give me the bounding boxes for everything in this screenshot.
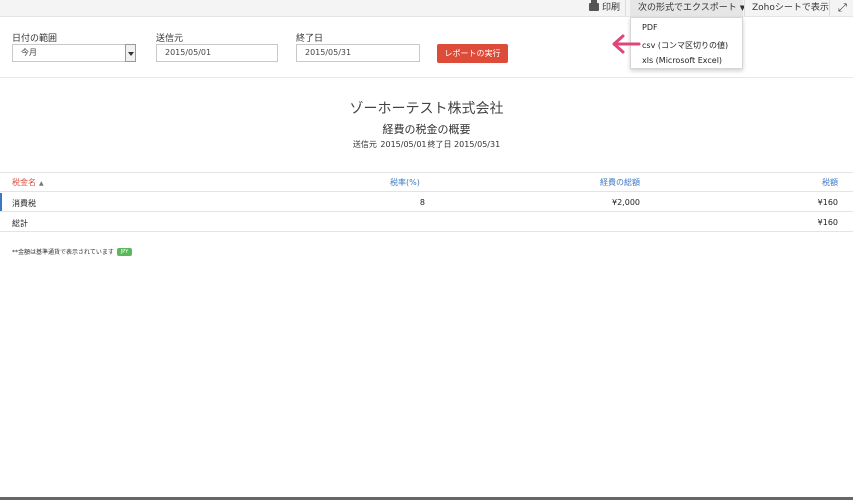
- table-header-border: [0, 191, 853, 192]
- toolbar-divider: [744, 0, 745, 16]
- report-period: 送信元 2015/05/01終了日 2015/05/31: [0, 139, 853, 150]
- currency-footnote: **金額は基準通貨で表示されています JPY: [12, 247, 133, 256]
- export-label: 次の形式でエクスポート: [638, 3, 737, 13]
- from-date-label: 送信元: [156, 34, 184, 44]
- from-date-input[interactable]: 2015/05/01: [156, 44, 278, 62]
- row-tax-amount: ¥160: [817, 198, 838, 207]
- to-date-input[interactable]: 2015/05/31: [296, 44, 420, 62]
- to-date-label: 終了日: [296, 34, 324, 44]
- table-row-border: [0, 211, 853, 212]
- annotation-arrow-icon: [612, 34, 641, 54]
- total-row-label: 総計: [12, 219, 28, 228]
- toolbar-divider: [625, 0, 626, 16]
- row-accent: [0, 193, 2, 211]
- date-range-label: 日付の範囲: [12, 34, 58, 44]
- run-report-button[interactable]: レポートの実行: [437, 44, 508, 63]
- period-from-value: 2015/05/01: [380, 140, 427, 149]
- export-csv-item[interactable]: csv (コンマ区切りの値): [642, 40, 728, 51]
- view-in-zoho-sheet-button[interactable]: Zohoシートで表示: [752, 0, 829, 16]
- row-expense-total: ¥2,000: [612, 198, 640, 207]
- column-header-tax-rate[interactable]: 税率(%): [390, 177, 420, 188]
- divider: [0, 77, 853, 78]
- column-header-tax-name[interactable]: 税金名 ▲: [12, 177, 44, 188]
- currency-badge: JPY: [116, 248, 133, 256]
- column-header-tax-amount[interactable]: 税額: [822, 177, 838, 188]
- print-button[interactable]: 印刷: [589, 0, 620, 16]
- print-label: 印刷: [602, 3, 621, 13]
- select-arrow-icon[interactable]: [125, 44, 136, 62]
- footnote-text: **金額は基準通貨で表示されています: [12, 249, 114, 256]
- export-pdf-item[interactable]: PDF: [642, 23, 658, 32]
- toolbar-divider: [829, 0, 830, 16]
- top-toolbar: 印刷 次の形式でエクスポート ▼ Zohoシートで表示 ⤢: [0, 0, 853, 17]
- row-tax-name: 消費税: [12, 199, 36, 208]
- export-menu: PDF csv (コンマ区切りの値) xls (Microsoft Excel): [630, 17, 743, 69]
- period-to-value: 2015/05/31: [454, 140, 501, 149]
- export-dropdown-button[interactable]: 次の形式でエクスポート ▼: [630, 0, 745, 16]
- period-to-label: 終了日: [427, 140, 452, 149]
- report-title: 経費の税金の概要: [382, 123, 471, 136]
- row-tax-rate: 8: [419, 198, 425, 207]
- total-row-tax: ¥160: [817, 218, 838, 227]
- period-from-label: 送信元: [352, 140, 377, 149]
- company-name: ゾーホーテスト株式会社: [349, 101, 504, 117]
- date-range-select[interactable]: 今月: [12, 44, 136, 62]
- export-xls-item[interactable]: xls (Microsoft Excel): [642, 56, 722, 65]
- table-top-border: [0, 172, 853, 173]
- expand-icon[interactable]: ⤢: [838, 0, 847, 16]
- sort-icon: ▲: [39, 180, 44, 187]
- tax-name-header-label: 税金名: [12, 178, 36, 187]
- date-range-value: 今月: [21, 48, 37, 57]
- printer-icon: [589, 0, 599, 11]
- column-header-expense-total[interactable]: 経費の総額: [600, 177, 640, 188]
- table-bottom-border: [0, 231, 853, 232]
